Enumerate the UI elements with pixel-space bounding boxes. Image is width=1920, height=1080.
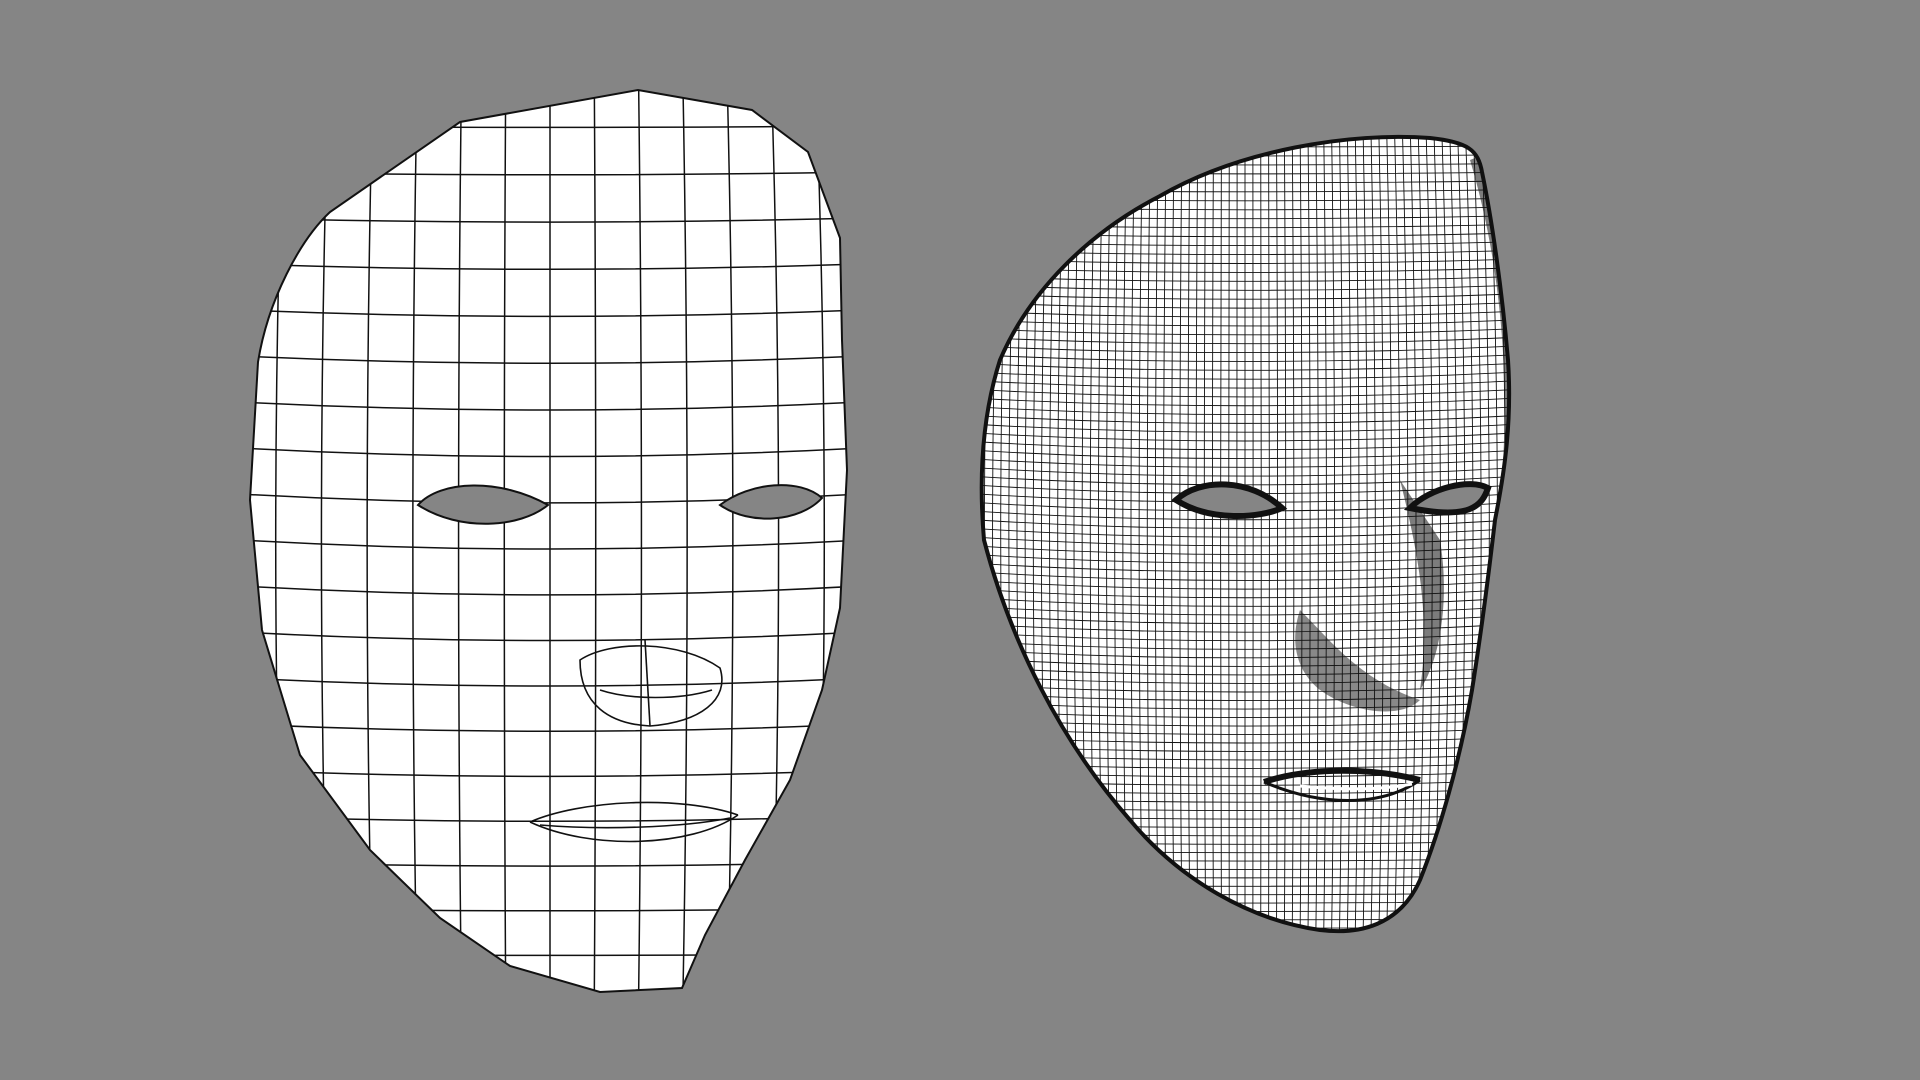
wire-col — [960, 120, 970, 945]
wire-col — [230, 80, 240, 1000]
wire-row — [981, 145, 1510, 148]
wire-row — [981, 154, 1510, 157]
wire-col — [1503, 136, 1510, 932]
wire-col — [1512, 120, 1522, 945]
wire-col — [968, 120, 978, 945]
render-canvas — [230, 80, 1530, 1000]
wire-col — [1520, 120, 1530, 945]
viewport — [0, 0, 1920, 1080]
low-poly-mask-surface — [248, 88, 849, 994]
wire-col — [1495, 136, 1507, 932]
wire-row — [981, 918, 1510, 921]
low-poly-face-mask — [230, 80, 870, 1000]
high-poly-wireframe — [960, 120, 1530, 945]
wire-col — [860, 80, 870, 1000]
high-poly-face-mask — [960, 120, 1530, 945]
wire-row — [981, 909, 1510, 912]
wire-row — [981, 927, 1510, 929]
